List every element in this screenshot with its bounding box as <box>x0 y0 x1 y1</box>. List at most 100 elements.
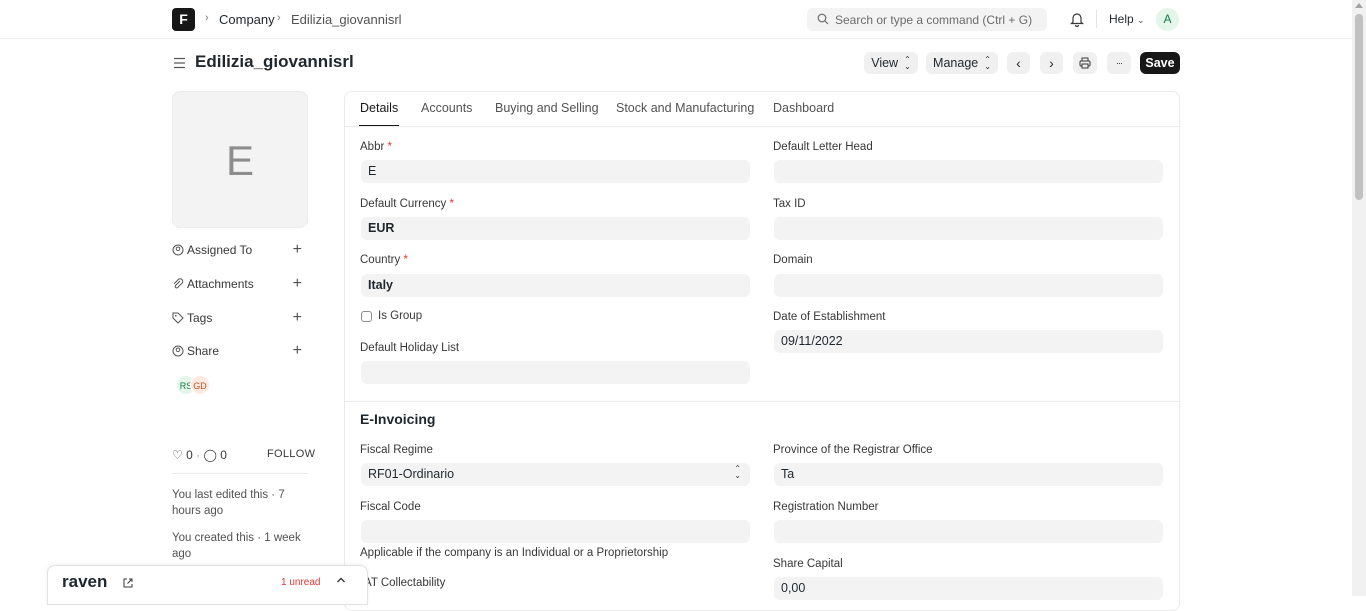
sidebar-divider <box>172 473 308 474</box>
help-dropdown[interactable]: Help ⌄ <box>1109 12 1145 26</box>
created-text: You created this · 1 week ago <box>172 532 301 560</box>
view-menu-button[interactable]: View ⌃ ⌄ <box>864 52 918 74</box>
vat-collectability-label: AT Collectability <box>364 577 446 589</box>
share-row: Share + <box>172 342 308 360</box>
fiscal-code-label: Fiscal Code <box>360 501 421 513</box>
default-holiday-list-label: Default Holiday List <box>360 342 460 354</box>
share-label: Share <box>187 344 220 358</box>
awesomebar[interactable] <box>807 8 1047 31</box>
chevron-right-icon: › <box>205 12 209 24</box>
app-logo[interactable]: F <box>172 8 195 31</box>
active-tab-indicator <box>359 125 399 126</box>
default-currency-label: Default Currency * <box>360 198 454 210</box>
default-letter-head-field[interactable] <box>774 160 1163 183</box>
search-input[interactable] <box>835 8 1040 31</box>
doc-stats: ♡ 0 · ◯ 0 <box>172 448 227 462</box>
unread-badge: 1 unread <box>281 577 321 588</box>
province-registrar-label: Province of the Registrar Office <box>773 444 933 456</box>
tab-buying-and-selling[interactable]: Buying and Selling <box>495 101 599 115</box>
tab-details[interactable]: Details <box>360 101 398 115</box>
is-group-checkbox[interactable] <box>361 311 372 322</box>
share-user-icon <box>172 345 184 357</box>
shared-user-avatar[interactable]: GD <box>190 375 210 395</box>
tab-accounts[interactable]: Accounts <box>421 101 472 115</box>
country-field[interactable]: Italy <box>361 274 750 297</box>
follow-button[interactable]: FOLLOW <box>267 448 315 460</box>
user-avatar[interactable]: A <box>1156 8 1179 31</box>
assigned-to-row: Assigned To + <box>172 241 308 259</box>
view-label: View <box>871 56 899 70</box>
tags-label: Tags <box>187 311 213 325</box>
comment-icon[interactable]: ◯ <box>203 448 216 462</box>
attachments-row: Attachments + <box>172 275 308 293</box>
breadcrumb-company[interactable]: Company <box>219 12 275 27</box>
assigned-to-label: Assigned To <box>187 243 253 257</box>
tab-stock-and-manufacturing[interactable]: Stock and Manufacturing <box>616 101 754 115</box>
add-assignment-button[interactable]: + <box>293 241 302 259</box>
abbr-label: Abbr * <box>360 141 392 153</box>
date-of-establishment-field[interactable]: 09/11/2022 <box>774 330 1163 353</box>
default-currency-field[interactable]: EUR <box>361 217 750 240</box>
domain-label: Domain <box>773 254 813 266</box>
raven-title: raven <box>62 572 108 591</box>
fiscal-regime-select[interactable]: RF01-Ordinario ⌃ ⌄ <box>361 463 750 486</box>
heart-icon[interactable]: ♡ <box>172 448 183 462</box>
comments-count: 0 <box>220 448 227 462</box>
sidebar-toggle-icon[interactable] <box>172 56 186 70</box>
chevron-down-icon: ⌄ <box>1137 15 1145 25</box>
scrollbar-thumb[interactable] <box>1355 14 1363 200</box>
add-share-button[interactable]: + <box>293 342 302 360</box>
raven-chat-widget[interactable]: raven 1 unread <box>47 565 368 605</box>
breadcrumb-current[interactable]: Edilizia_giovannisrl <box>291 12 402 27</box>
registration-number-field[interactable] <box>774 520 1163 543</box>
chevron-left-icon: ‹ <box>1016 55 1021 71</box>
print-button[interactable] <box>1073 52 1097 74</box>
tabs-divider <box>345 126 1179 127</box>
tax-id-label: Tax ID <box>773 198 806 210</box>
company-image-placeholder[interactable]: E <box>172 91 308 228</box>
updown-icon: ⌃ ⌄ <box>904 55 911 71</box>
save-button[interactable]: Save <box>1140 52 1180 74</box>
last-edited-text: You last edited this · 7 hours ago <box>172 489 285 517</box>
tags-row: Tags + <box>172 309 308 327</box>
fiscal-regime-value: RF01-Ordinario <box>368 467 455 481</box>
tax-id-field[interactable] <box>774 217 1163 240</box>
default-holiday-list-field[interactable] <box>361 361 750 384</box>
domain-field[interactable] <box>774 274 1163 297</box>
chevron-right-icon: › <box>277 12 281 24</box>
section-divider <box>345 401 1179 402</box>
scroll-up-arrow[interactable] <box>1355 3 1363 8</box>
assign-user-icon <box>172 244 184 256</box>
add-tag-button[interactable]: + <box>293 309 302 327</box>
help-label: Help <box>1109 12 1134 26</box>
navbar: F › Company › Edilizia_giovannisrl Help … <box>0 0 1352 39</box>
fiscal-regime-label: Fiscal Regime <box>360 444 433 456</box>
date-of-establishment-label: Date of Establishment <box>773 311 886 323</box>
page-title: Edilizia_giovannisrl <box>195 52 354 71</box>
share-capital-field[interactable]: 0,00 <box>774 577 1163 600</box>
chevron-right-icon: › <box>1049 55 1054 71</box>
printer-icon <box>1079 57 1091 69</box>
next-doc-button[interactable]: › <box>1040 52 1063 74</box>
registration-number-label: Registration Number <box>773 501 879 513</box>
share-capital-label: Share Capital <box>773 558 843 570</box>
province-registrar-field[interactable]: Ta <box>774 463 1163 486</box>
e-invoicing-section-title[interactable]: E-Invoicing <box>360 411 435 427</box>
fiscal-code-field[interactable] <box>361 520 750 543</box>
bell-icon[interactable] <box>1070 11 1084 27</box>
paperclip-icon <box>173 278 184 289</box>
more-actions-button[interactable]: ··· <box>1107 52 1131 74</box>
updown-icon: ⌃ ⌄ <box>734 464 741 480</box>
page-scrollbar[interactable] <box>1352 0 1366 596</box>
previous-doc-button[interactable]: ‹ <box>1007 52 1030 74</box>
fiscal-code-help-text: Applicable if the company is an Individu… <box>360 547 669 559</box>
tab-dashboard[interactable]: Dashboard <box>773 101 834 115</box>
external-link-icon[interactable] <box>123 578 133 588</box>
updown-icon: ⌃ ⌄ <box>984 55 991 71</box>
nav-divider <box>1096 10 1097 28</box>
chevron-up-icon[interactable] <box>335 574 347 586</box>
abbr-field[interactable]: E <box>361 160 750 183</box>
is-group-label: Is Group <box>378 310 423 322</box>
manage-menu-button[interactable]: Manage ⌃ ⌄ <box>926 52 998 74</box>
add-attachment-button[interactable]: + <box>293 275 302 293</box>
